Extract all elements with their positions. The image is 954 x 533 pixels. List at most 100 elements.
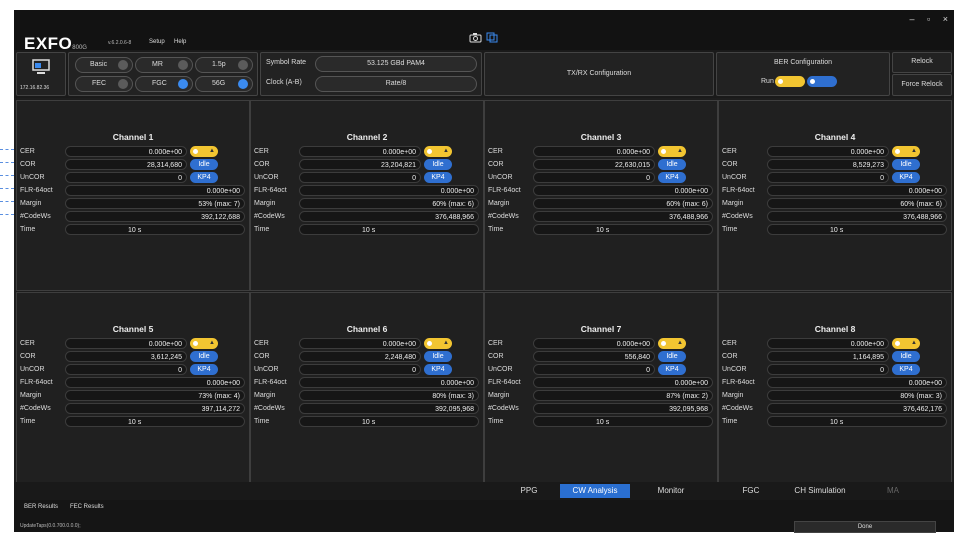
row-uncor: UnCOR 0 KP4 — [485, 171, 717, 185]
row-uncor: UnCOR 0 KP4 — [17, 171, 249, 185]
tab-ber-results[interactable]: BER Results — [24, 504, 58, 510]
cer-toggle[interactable]: ▲ — [424, 338, 452, 349]
tab-ma[interactable]: MA — [878, 484, 908, 498]
symbol-rate-value[interactable]: 53.125 GBd PAM4 — [315, 56, 477, 72]
uncor-badge[interactable]: KP4 — [190, 364, 218, 375]
marker-line — [0, 175, 14, 176]
cer-toggle[interactable]: ▲ — [190, 146, 218, 157]
uncor-value: 0 — [65, 364, 187, 375]
flr-label: FLR-64oct — [722, 187, 755, 194]
fec-toggle[interactable]: FEC — [75, 76, 133, 92]
tab-cw-analysis[interactable]: CW Analysis — [560, 484, 630, 498]
row-cor: COR 3,612,245 Idle — [17, 350, 249, 364]
cer-value: 0.000e+00 — [65, 146, 187, 157]
minimize-button[interactable]: – — [909, 14, 914, 24]
time-value: 10 s — [65, 416, 245, 427]
uncor-label: UnCOR — [20, 366, 45, 373]
menu-help[interactable]: Help — [174, 39, 186, 45]
uncor-value: 0 — [767, 172, 889, 183]
cor-badge[interactable]: Idle — [658, 159, 686, 170]
uncor-badge[interactable]: KP4 — [424, 172, 452, 183]
uncor-value: 0 — [533, 172, 655, 183]
row-codews: #CodeWs 376,488,966 — [251, 210, 483, 224]
txrx-config-button[interactable]: TX/RX Configuration — [484, 52, 714, 96]
cer-toggle[interactable]: ▲ — [424, 146, 452, 157]
cor-badge[interactable]: Idle — [190, 351, 218, 362]
force-relock-button[interactable]: Force Relock — [892, 74, 952, 96]
relock-button[interactable]: Relock — [892, 52, 952, 73]
channel-grid: Channel 1 CER 0.000e+00 ▲ COR 28,314,680 Idle U… — [14, 98, 954, 483]
mr-toggle[interactable]: MR — [135, 57, 193, 73]
uncor-badge[interactable]: KP4 — [658, 364, 686, 375]
row-margin: Margin 80% (max: 3) — [251, 389, 483, 403]
close-button[interactable]: × — [943, 14, 948, 24]
flr-label: FLR-64oct — [722, 379, 755, 386]
uncor-badge[interactable]: KP4 — [892, 172, 920, 183]
tab-ch-simulation[interactable]: CH Simulation — [782, 484, 858, 498]
tab-fec-results[interactable]: FEC Results — [70, 504, 104, 510]
cor-badge[interactable]: Idle — [424, 351, 452, 362]
bottom-panel: BER Results FEC Results UpdateTaps(0.0.7… — [14, 500, 954, 533]
cer-toggle[interactable]: ▲ — [190, 338, 218, 349]
cer-label: CER — [722, 148, 737, 155]
basic-toggle[interactable]: Basic — [75, 57, 133, 73]
device-box[interactable]: 172.16.82.36 — [16, 52, 66, 96]
channel-panel-1: Channel 1 CER 0.000e+00 ▲ COR 28,314,680 Idle U… — [16, 100, 250, 291]
cer-value: 0.000e+00 — [767, 338, 889, 349]
flr-value: 0.000e+00 — [65, 377, 245, 388]
channel-title: Channel 4 — [814, 132, 856, 142]
margin-value: 87% (max: 2) — [533, 390, 713, 401]
cor-badge[interactable]: Idle — [658, 351, 686, 362]
row-cer: CER 0.000e+00 ▲ — [719, 337, 951, 351]
row-flr: FLR-64oct 0.000e+00 — [17, 376, 249, 390]
uncor-badge[interactable]: KP4 — [658, 172, 686, 183]
uncor-badge[interactable]: KP4 — [892, 364, 920, 375]
uncor-badge[interactable]: KP4 — [424, 364, 452, 375]
clock-value[interactable]: Rate/8 — [315, 76, 477, 92]
channel-panel-4: Channel 4 CER 0.000e+00 ▲ COR 8,529,273 Idle Un… — [718, 100, 952, 291]
margin-label: Margin — [722, 200, 744, 207]
tab-fgc[interactable]: FGC — [736, 484, 766, 498]
cor-badge[interactable]: Idle — [892, 159, 920, 170]
codews-label: #CodeWs — [20, 405, 51, 412]
symbol-rate-label: Symbol Rate — [266, 59, 307, 66]
maximize-button[interactable]: ▫ — [927, 14, 930, 24]
cer-toggle[interactable]: ▲ — [892, 338, 920, 349]
margin-value: 73% (max: 4) — [65, 390, 245, 401]
run-toggle[interactable] — [775, 76, 805, 87]
tab-ppg[interactable]: PPG — [514, 484, 544, 498]
copy-icon[interactable] — [486, 32, 499, 43]
row-cor: COR 28,314,680 Idle — [17, 158, 249, 172]
margin-value: 80% (max: 3) — [767, 390, 947, 401]
codews-label: #CodeWs — [488, 405, 519, 412]
lock-icon: ▲ — [209, 340, 215, 346]
lock-icon: ▲ — [209, 148, 215, 154]
g56-toggle[interactable]: 56G — [195, 76, 253, 92]
row-codews: #CodeWs 376,488,966 — [719, 210, 951, 224]
row-flr: FLR-64oct 0.000e+00 — [719, 184, 951, 198]
p15-toggle[interactable]: 1.5p — [195, 57, 253, 73]
cor-badge[interactable]: Idle — [424, 159, 452, 170]
tab-monitor[interactable]: Monitor — [646, 484, 696, 498]
cer-toggle[interactable]: ▲ — [658, 146, 686, 157]
flr-label: FLR-64oct — [488, 187, 521, 194]
fgc-toggle[interactable]: FGC — [135, 76, 193, 92]
flr-value: 0.000e+00 — [299, 185, 479, 196]
menu-setup[interactable]: Setup — [149, 39, 165, 45]
row-cer: CER 0.000e+00 ▲ — [251, 145, 483, 159]
cor-badge[interactable]: Idle — [892, 351, 920, 362]
marker-line — [0, 149, 14, 150]
cer-toggle[interactable]: ▲ — [658, 338, 686, 349]
cer-value: 0.000e+00 — [299, 338, 421, 349]
cor-badge[interactable]: Idle — [190, 159, 218, 170]
lock-toggle[interactable] — [807, 76, 837, 87]
lock-icon: ▲ — [677, 148, 683, 154]
uncor-badge[interactable]: KP4 — [190, 172, 218, 183]
time-value: 10 s — [65, 224, 245, 235]
ber-config-label: BER Configuration — [774, 59, 832, 66]
codews-value: 392,095,968 — [299, 403, 479, 414]
camera-icon[interactable] — [469, 32, 482, 43]
cor-label: COR — [20, 161, 36, 168]
margin-label: Margin — [488, 200, 510, 207]
cer-toggle[interactable]: ▲ — [892, 146, 920, 157]
